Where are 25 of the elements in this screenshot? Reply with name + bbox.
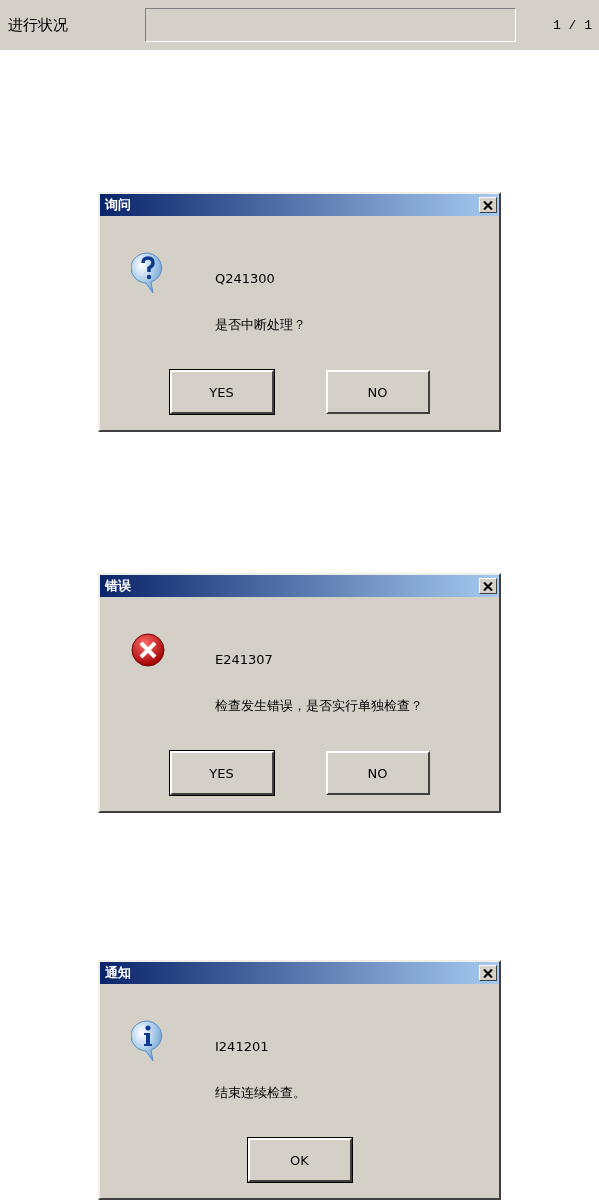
close-button[interactable] [479,197,497,213]
progress-label: 进行状况 [8,15,69,35]
question-bubble-icon [131,252,165,294]
dialog-button[interactable]: OK [247,1138,352,1182]
close-icon [483,581,493,591]
message-text: 结束连续检查。 [215,1084,306,1102]
message-text: 检查发生错误，是否实行单独检查？ [215,697,423,715]
info-bubble-icon [131,1020,165,1062]
message-text: 是否中断处理？ [215,316,306,334]
close-button[interactable] [479,965,497,981]
dialog-title: 询问 [105,196,131,214]
message-code: E241307 [215,651,274,669]
dialog-title: 错误 [105,577,131,595]
dialog-button[interactable]: YES [169,370,274,414]
dialog-title: 通知 [105,964,131,982]
close-icon [483,200,493,210]
error-icon [131,633,165,667]
close-button[interactable] [479,578,497,594]
dialog-button[interactable]: YES [169,751,274,795]
message-code: I241201 [215,1038,270,1056]
close-icon [483,968,493,978]
progress-counter: 1 / 1 [553,17,592,33]
message-code: Q241300 [215,270,276,288]
dialog-button[interactable]: NO [325,751,430,795]
dialog-button[interactable]: NO [325,370,430,414]
